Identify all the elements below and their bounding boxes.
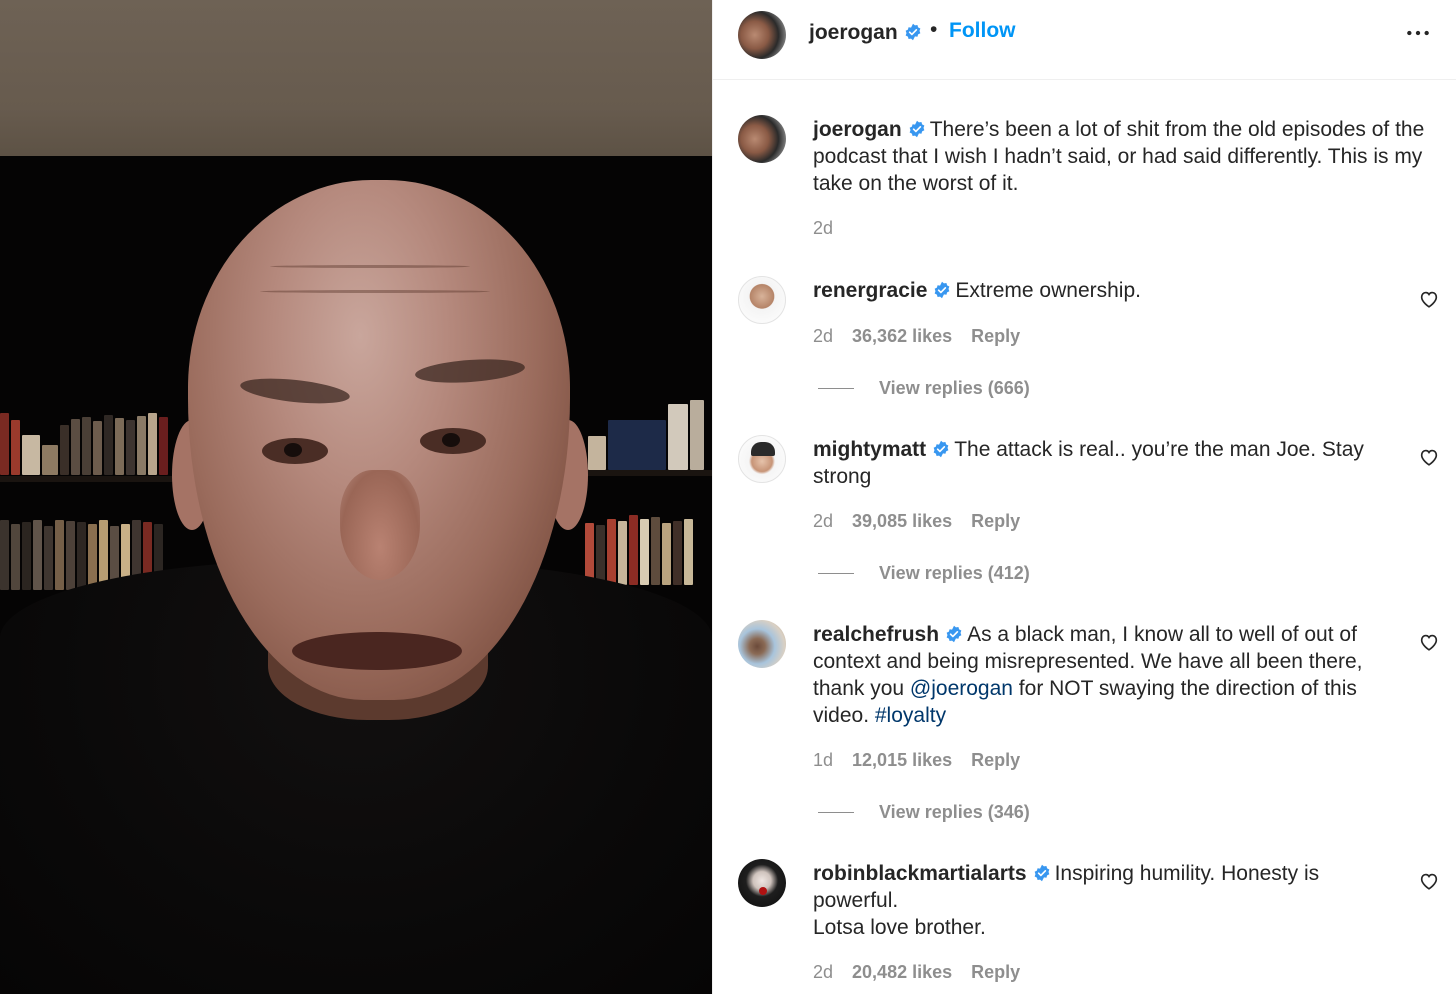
header-user: joerogan <box>809 21 926 45</box>
caption-username[interactable]: joerogan <box>813 118 902 141</box>
view-replies-button[interactable]: View replies (346) <box>818 802 1030 823</box>
comment-username[interactable]: mightymatt <box>813 438 926 461</box>
timestamp: 2d <box>813 326 834 346</box>
comment-body: Extreme ownership. <box>955 279 1141 302</box>
comment-meta: 2d 36,362 likes Reply <box>813 326 1039 347</box>
reply-button[interactable]: Reply <box>971 750 1020 771</box>
reply-button[interactable]: Reply <box>971 326 1020 347</box>
video-wall-background <box>0 0 712 156</box>
post-video[interactable] <box>0 0 712 994</box>
comment-meta: 2d 39,085 likes Reply <box>813 511 1039 532</box>
avatar[interactable] <box>738 859 786 907</box>
heart-icon[interactable] <box>1418 631 1440 653</box>
more-options-icon[interactable] <box>1405 20 1431 46</box>
replies-divider <box>818 812 854 813</box>
comment-meta: 2d 20,482 likes Reply <box>813 962 1039 983</box>
reply-button[interactable]: Reply <box>971 511 1020 532</box>
comment-text: robinblackmartialarts Inspiring humility.… <box>813 860 1393 941</box>
comment-username[interactable]: renergracie <box>813 279 927 302</box>
comment-body-line2: Lotsa love brother. <box>813 916 986 939</box>
avatar[interactable] <box>738 435 786 483</box>
verified-badge-icon <box>909 120 925 138</box>
follow-button[interactable]: Follow <box>949 19 1016 43</box>
avatar[interactable] <box>738 115 786 163</box>
replies-divider <box>818 388 854 389</box>
person-nose <box>340 470 420 580</box>
verified-badge-icon <box>905 23 921 41</box>
avatar[interactable] <box>738 276 786 324</box>
avatar[interactable] <box>738 620 786 668</box>
caption-text: joerogan There’s been a lot of shit from … <box>813 116 1433 197</box>
bookshelf-right-top <box>588 400 706 470</box>
bookshelf-left-top <box>0 405 170 475</box>
view-replies-label: View replies (412) <box>879 563 1030 583</box>
timestamp: 2d <box>813 511 834 531</box>
mention-link[interactable]: @joerogan <box>910 677 1013 700</box>
replies-divider <box>818 573 854 574</box>
person-left-eye <box>262 438 328 464</box>
header-username[interactable]: joerogan <box>809 21 898 44</box>
comment-text: mightymatt The attack is real.. you’re th… <box>813 436 1393 490</box>
view-replies-label: View replies (666) <box>879 378 1030 398</box>
comment-text: renergracie Extreme ownership. <box>813 277 1393 304</box>
likes-count[interactable]: 39,085 likes <box>852 511 952 532</box>
caption-body: There’s been a lot of shit from the old … <box>813 118 1425 195</box>
likes-count[interactable]: 20,482 likes <box>852 962 952 983</box>
view-replies-button[interactable]: View replies (666) <box>818 378 1030 399</box>
person-mouth <box>292 632 462 670</box>
verified-badge-icon <box>933 440 949 458</box>
comment-username[interactable]: robinblackmartialarts <box>813 862 1027 885</box>
caption-meta: 2d <box>813 218 852 239</box>
likes-count[interactable]: 12,015 likes <box>852 750 952 771</box>
comment-text: realchefrush As a black man, I know all t… <box>813 621 1393 729</box>
heart-icon[interactable] <box>1418 446 1440 468</box>
likes-count[interactable]: 36,362 likes <box>852 326 952 347</box>
verified-badge-icon <box>935 281 950 299</box>
timestamp: 1d <box>813 750 834 770</box>
verified-badge-icon <box>1034 864 1049 882</box>
verified-badge-icon <box>946 625 962 643</box>
timestamp: 2d <box>813 218 834 238</box>
view-replies-label: View replies (346) <box>879 802 1030 822</box>
header-separator: • <box>930 18 938 41</box>
heart-icon[interactable] <box>1418 870 1440 892</box>
comments-panel: joerogan • Follow joerogan There’s been a… <box>712 0 1456 994</box>
comment-meta: 1d 12,015 likes Reply <box>813 750 1039 771</box>
forehead-wrinkle <box>270 265 470 268</box>
person-right-eye <box>420 428 486 454</box>
bookshelf-right-bottom <box>585 515 695 585</box>
avatar[interactable] <box>738 11 786 59</box>
heart-icon[interactable] <box>1418 288 1440 310</box>
shelf-board <box>0 476 180 482</box>
timestamp: 2d <box>813 962 834 982</box>
comment-username[interactable]: realchefrush <box>813 623 939 646</box>
forehead-wrinkle <box>260 290 490 293</box>
reply-button[interactable]: Reply <box>971 962 1020 983</box>
hashtag-link[interactable]: #loyalty <box>875 704 946 727</box>
view-replies-button[interactable]: View replies (412) <box>818 563 1030 584</box>
post-header: joerogan • Follow <box>713 0 1456 80</box>
shelf-board <box>580 470 712 476</box>
